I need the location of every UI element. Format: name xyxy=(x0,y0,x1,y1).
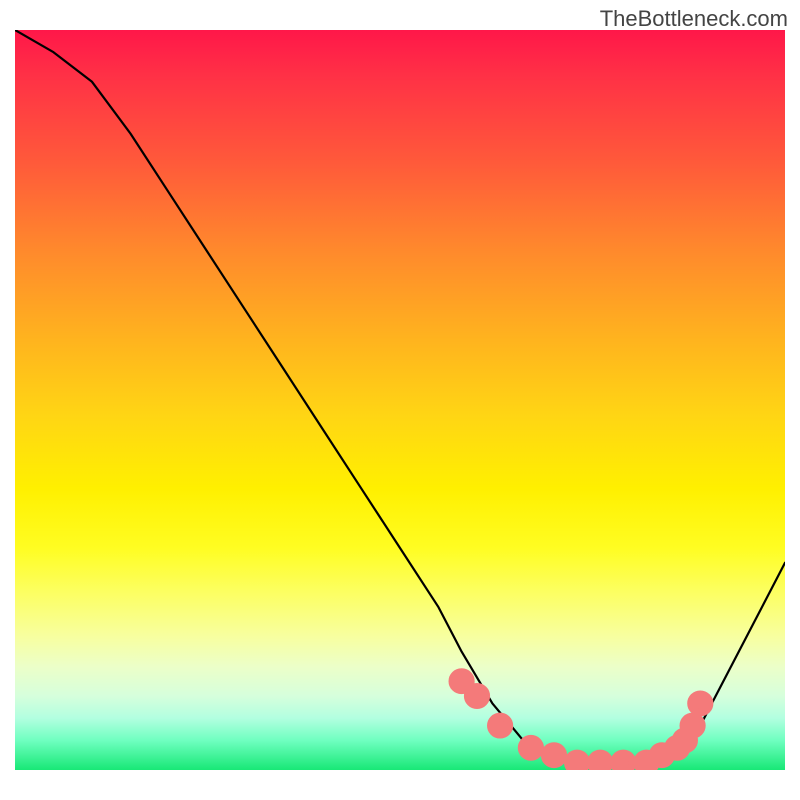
bottleneck-curve xyxy=(15,30,785,763)
chart-svg xyxy=(15,30,785,770)
marker-point xyxy=(522,739,540,758)
marker-point xyxy=(691,694,709,713)
marker-point xyxy=(683,716,701,735)
marker-point xyxy=(468,687,486,706)
marker-point xyxy=(545,746,563,765)
marker-point xyxy=(491,716,509,735)
marker-point xyxy=(591,753,609,770)
marker-group xyxy=(452,672,709,770)
marker-point xyxy=(568,753,586,770)
chart-container xyxy=(0,0,800,800)
watermark-text: TheBottleneck.com xyxy=(600,6,788,32)
marker-point xyxy=(614,753,632,770)
